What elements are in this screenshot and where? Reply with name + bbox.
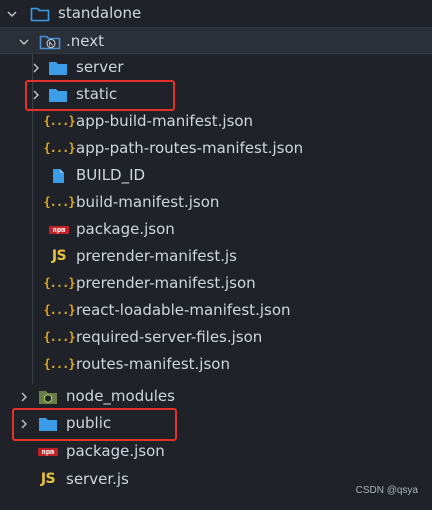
tree-item-prerender-manifest-js[interactable]: JS prerender-manifest.js [0, 243, 432, 270]
tree-item-label: node_modules [66, 387, 175, 405]
tree-item-label: app-path-routes-manifest.json [76, 139, 304, 157]
tree-item-next[interactable]: .next [0, 27, 432, 54]
folder-next-open-icon [38, 28, 62, 55]
highlight-box-public [12, 408, 177, 441]
tree-item-label: routes-manifest.json [76, 355, 230, 373]
npm-icon: npm [48, 216, 70, 243]
tree-item-package-json[interactable]: npm package.json [0, 438, 432, 465]
npm-icon-glyph: npm [38, 447, 58, 456]
node-folder-icon [37, 383, 59, 410]
folder-icon [47, 54, 69, 81]
js-icon: JS [51, 248, 67, 264]
tree-item-required-server-files[interactable]: {...} required-server-files.json [0, 324, 432, 351]
file-icon [49, 162, 67, 189]
chevron-down-icon[interactable] [17, 28, 31, 55]
tree-item-server[interactable]: server [0, 54, 432, 81]
js-icon: JS [40, 471, 56, 487]
chevron-right-icon[interactable] [29, 54, 43, 81]
json-icon: {...} [43, 357, 75, 371]
highlight-box-static [25, 80, 175, 111]
chevron-right-icon[interactable] [17, 383, 31, 410]
tree-item-label: server [76, 58, 124, 76]
tree-item-node-modules[interactable]: node_modules [0, 383, 432, 410]
tree-item-label: package.json [66, 442, 165, 460]
tree-item-label: app-build-manifest.json [76, 112, 254, 130]
tree-item-label: prerender-manifest.js [76, 247, 237, 265]
tree-item-label: .next [66, 32, 104, 50]
tree-item-label: react-loadable-manifest.json [76, 301, 291, 319]
tree-item-prerender-manifest-json[interactable]: {...} prerender-manifest.json [0, 270, 432, 297]
json-icon: {...} [43, 303, 75, 317]
tree-item-label: package.json [76, 220, 175, 238]
tree-item-app-build-manifest[interactable]: {...} app-build-manifest.json [0, 108, 432, 135]
tree-item-label: BUILD_ID [76, 166, 146, 184]
tree-item-label: standalone [58, 4, 142, 22]
tree-item-build-id[interactable]: BUILD_ID [0, 162, 432, 189]
json-icon: {...} [43, 195, 75, 209]
tree-item-react-loadable-manifest[interactable]: {...} react-loadable-manifest.json [0, 297, 432, 324]
chevron-down-icon[interactable] [5, 0, 19, 27]
tree-item-routes-manifest[interactable]: {...} routes-manifest.json [0, 351, 432, 378]
json-icon: {...} [43, 330, 75, 344]
json-icon: {...} [43, 276, 75, 290]
tree-item-standalone[interactable]: standalone [0, 0, 432, 27]
tree-item-label: server.js [66, 470, 129, 488]
tree-item-label: required-server-files.json [76, 328, 263, 346]
tree-item-label: prerender-manifest.json [76, 274, 256, 292]
watermark: CSDN @qsya [355, 485, 418, 496]
tree-item-app-path-routes-manifest[interactable]: {...} app-path-routes-manifest.json [0, 135, 432, 162]
folder-open-outline-icon [29, 0, 51, 27]
file-explorer-tree: standalone .next server static {...} app… [0, 0, 432, 510]
npm-icon: npm [37, 438, 59, 465]
tree-item-next-package-json[interactable]: npm package.json [0, 216, 432, 243]
tree-item-build-manifest[interactable]: {...} build-manifest.json [0, 189, 432, 216]
json-icon: {...} [43, 141, 75, 155]
npm-icon-glyph: npm [49, 225, 69, 234]
tree-item-label: build-manifest.json [76, 193, 220, 211]
json-icon: {...} [43, 114, 75, 128]
